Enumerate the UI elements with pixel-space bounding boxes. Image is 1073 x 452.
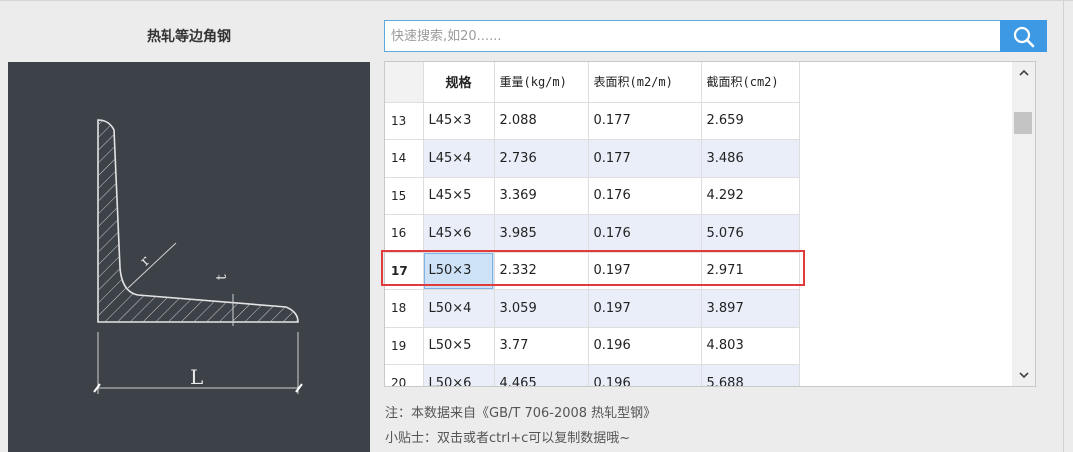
search-button[interactable] [1000,20,1047,52]
cell-surface[interactable]: 0.197 [588,289,702,328]
table-row[interactable]: 15 L45×5 3.369 0.176 4.292 [385,177,800,215]
row-number: 18 [385,289,424,328]
column-header-section[interactable]: 截面积(cm2) [701,62,800,103]
cell-weight[interactable]: 2.088 [494,102,589,140]
copy-tip: 小贴士：双击或者ctrl+c可以复制数据哦~ [385,431,631,446]
thickness-label: t [214,274,230,280]
cell-surface[interactable]: 0.176 [588,214,702,253]
row-number: 19 [385,327,424,365]
cell-weight[interactable]: 4.465 [494,364,589,386]
search-input[interactable] [385,21,1001,51]
scroll-up-button[interactable] [1012,62,1035,84]
column-header-spec[interactable]: 规格 [423,62,495,103]
cell-weight[interactable]: 2.736 [494,139,589,178]
cell-weight[interactable]: 2.332 [494,252,589,290]
row-number: 17 [385,252,424,290]
column-header-weight[interactable]: 重量(kg/m) [494,62,589,103]
scroll-thumb[interactable] [1014,112,1032,134]
cell-spec[interactable]: L50×6 [423,364,495,386]
width-label: L [190,365,203,389]
cell-spec[interactable]: L45×5 [423,177,495,215]
cell-spec[interactable]: L50×4 [423,289,495,328]
cell-section[interactable]: 4.803 [701,327,800,365]
cell-section[interactable]: 3.486 [701,139,800,178]
cell-weight[interactable]: 3.369 [494,177,589,215]
cell-surface[interactable]: 0.177 [588,139,702,178]
search-icon [1013,26,1035,48]
table-row[interactable]: 13 L45×3 2.088 0.177 2.659 [385,102,800,140]
row-number: 16 [385,214,424,253]
cell-section[interactable]: 4.292 [701,177,800,215]
cell-surface[interactable]: 0.196 [588,327,702,365]
angle-steel-table: 规格 重量(kg/m) 表面积(m2/m) 截面积(cm2) 13 L45×3 2.… [385,62,800,386]
search-box [384,20,1001,52]
table-scrollbar[interactable] [1012,62,1035,386]
scroll-down-button[interactable] [1012,364,1035,386]
row-number: 15 [385,177,424,215]
table-row[interactable]: 17 L50×3 2.332 0.197 2.971 [385,252,800,290]
angle-section-drawing: r t L [93,119,303,394]
cell-weight[interactable]: 3.77 [494,327,589,365]
hatch-fill [98,120,298,322]
chevron-up-icon [1018,69,1029,76]
table-row[interactable]: 18 L50×4 3.059 0.197 3.897 [385,289,800,328]
column-header-surface[interactable]: 表面积(m2/m) [588,62,702,103]
row-number: 14 [385,139,424,178]
table-row[interactable]: 20 L50×6 4.465 0.196 5.688 [385,364,800,386]
cell-surface[interactable]: 0.176 [588,177,702,215]
cell-section[interactable]: 2.659 [701,102,800,140]
table-row[interactable]: 16 L45×6 3.985 0.176 5.076 [385,214,800,253]
row-number: 13 [385,102,424,140]
cell-weight[interactable]: 3.985 [494,214,589,253]
panel-title: 热轧等边角钢 [147,29,231,45]
table-row[interactable]: 19 L50×5 3.77 0.196 4.803 [385,327,800,365]
cell-spec[interactable]: L45×4 [423,139,495,178]
corner-cell [385,62,424,103]
row-number: 20 [385,364,424,386]
angle-steel-diagram: r t L [8,62,370,452]
cell-spec[interactable]: L45×3 [423,102,495,140]
cell-section[interactable]: 3.897 [701,289,800,328]
window-right-border [1063,0,1064,452]
data-table-container: 规格 重量(kg/m) 表面积(m2/m) 截面积(cm2) 13 L45×3 2.… [384,61,1036,387]
chevron-down-icon [1018,372,1029,379]
cell-section[interactable]: 2.971 [701,252,800,290]
data-source-note: 注：本数据来自《GB/T 706-2008 热轧型钢》 [385,406,657,421]
cell-section[interactable]: 5.076 [701,214,800,253]
cell-section[interactable]: 5.688 [701,364,800,386]
cell-spec[interactable]: L50×5 [423,327,495,365]
table-header-row: 规格 重量(kg/m) 表面积(m2/m) 截面积(cm2) [385,62,800,103]
cell-spec[interactable]: L50×3 [423,252,495,290]
cell-surface[interactable]: 0.177 [588,102,702,140]
top-divider [0,0,1073,1]
table-row[interactable]: 14 L45×4 2.736 0.177 3.486 [385,139,800,178]
cell-weight[interactable]: 3.059 [494,289,589,328]
cell-spec[interactable]: L45×6 [423,214,495,253]
cell-surface[interactable]: 0.196 [588,364,702,386]
cell-surface[interactable]: 0.197 [588,252,702,290]
